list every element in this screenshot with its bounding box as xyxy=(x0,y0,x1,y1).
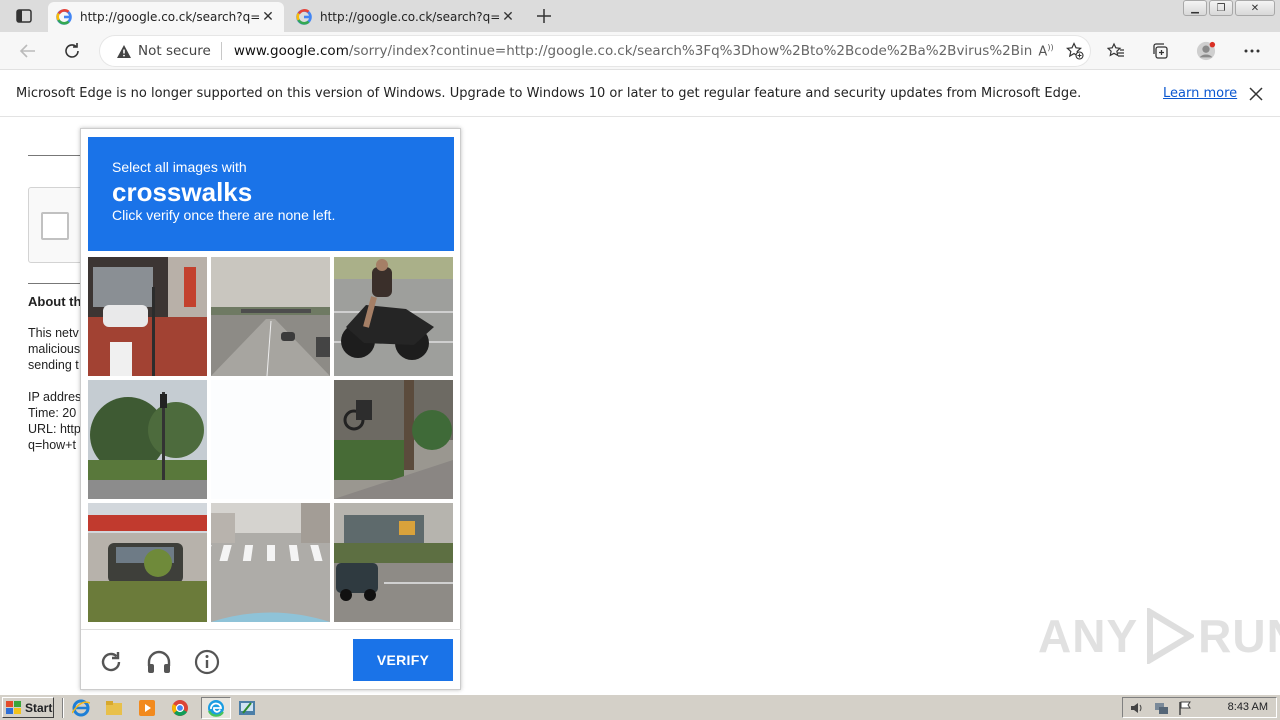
network-icon[interactable] xyxy=(1153,700,1169,716)
challenge-hint: Click verify once there are none left. xyxy=(112,207,336,223)
address-divider xyxy=(220,42,222,60)
image-tile-bus-street[interactable] xyxy=(334,503,453,622)
watermark-text: ANY xyxy=(1038,610,1139,662)
learn-more-link[interactable]: Learn more xyxy=(1163,86,1237,101)
image-tile-storefront[interactable] xyxy=(88,257,207,376)
restore-icon[interactable]: ❐ xyxy=(1209,0,1233,16)
edge-icon xyxy=(208,700,224,717)
add-favorite-icon[interactable] xyxy=(1060,42,1090,60)
recaptcha-widget xyxy=(28,187,88,263)
sorry-line: malicious xyxy=(28,342,81,356)
infobar-message: Microsoft Edge is no longer supported on… xyxy=(16,86,1082,101)
collections-icon[interactable] xyxy=(1150,41,1170,61)
image-tile-sidewalk[interactable] xyxy=(334,380,453,499)
close-icon[interactable]: ✕ xyxy=(500,9,516,25)
image-tile-motorcycle[interactable] xyxy=(334,257,453,376)
challenge-footer: VERIFY xyxy=(81,629,462,691)
close-icon[interactable] xyxy=(1248,86,1264,102)
url-text[interactable]: www.google.com/sorry/index?continue=http… xyxy=(234,43,1032,59)
url-host: www.google.com xyxy=(233,43,349,59)
tab-1[interactable]: http://google.co.ck/search?q=ho ✕ xyxy=(48,2,284,32)
image-tile-parked-car[interactable] xyxy=(88,503,207,622)
google-favicon-icon xyxy=(56,9,72,25)
taskbar-divider xyxy=(62,698,64,718)
image-tile-highway[interactable] xyxy=(211,257,330,376)
new-tab-icon[interactable] xyxy=(532,4,556,28)
audio-challenge-icon[interactable] xyxy=(145,648,173,676)
ip-address-line: IP addres xyxy=(28,390,82,404)
challenge-header: Select all images with crosswalks Click … xyxy=(88,137,454,251)
divider xyxy=(28,283,88,284)
image-tile-blank[interactable] xyxy=(211,380,330,499)
url-path: /sorry/index?continue=http://google.co.c… xyxy=(348,43,1032,59)
tab-actions-icon[interactable] xyxy=(8,4,40,28)
recaptcha-challenge: Select all images with crosswalks Click … xyxy=(80,128,462,691)
read-aloud-label: A xyxy=(1038,44,1048,60)
internet-explorer-icon[interactable] xyxy=(72,699,90,717)
divider xyxy=(28,155,88,156)
verify-button[interactable]: VERIFY xyxy=(353,639,453,681)
info-icon[interactable] xyxy=(193,648,221,676)
challenge-target: crosswalks xyxy=(112,177,253,207)
watermark-text: RUN xyxy=(1198,610,1280,662)
tab-title: http://google.co.ck/search?q=ho xyxy=(80,10,260,24)
start-button[interactable]: Start xyxy=(2,697,54,718)
edge-taskbar-button[interactable] xyxy=(201,697,231,719)
sorry-line: sending t xyxy=(28,358,79,372)
task-app-icon[interactable] xyxy=(238,699,256,717)
url-line: URL: http xyxy=(28,422,81,436)
sorry-line: This netv xyxy=(28,326,79,340)
start-label: Start xyxy=(25,700,53,715)
tab-strip: http://google.co.ck/search?q=ho ✕ http:/… xyxy=(0,0,1280,32)
security-label[interactable]: Not secure xyxy=(138,43,211,59)
close-window-icon[interactable]: ✕ xyxy=(1235,0,1275,16)
browser-toolbar: Not secure www.google.com/sorry/index?co… xyxy=(0,32,1280,70)
minimize-icon[interactable]: ▁ xyxy=(1183,0,1207,16)
refresh-icon[interactable] xyxy=(58,37,86,65)
back-icon[interactable] xyxy=(14,37,42,65)
window-controls: ▁ ❐ ✕ xyxy=(1183,0,1277,18)
favorites-icon[interactable] xyxy=(1106,41,1126,61)
anyrun-watermark: ANY RUN xyxy=(1038,608,1280,664)
more-options-icon[interactable] xyxy=(1242,41,1262,61)
image-tile-crosswalk[interactable] xyxy=(211,503,330,622)
taskbar-clock[interactable]: 8:43 AM xyxy=(1228,701,1268,713)
windows-logo-icon xyxy=(6,700,21,714)
unsupported-windows-infobar: Microsoft Edge is no longer supported on… xyxy=(0,71,1280,117)
reload-challenge-icon[interactable] xyxy=(97,648,125,676)
volume-icon[interactable] xyxy=(1129,700,1145,716)
warning-icon[interactable] xyxy=(116,44,132,59)
windows-taskbar: Start 8:43 AM xyxy=(0,694,1280,720)
tab-2[interactable]: http://google.co.ck/search?q=sk ✕ xyxy=(288,2,524,32)
system-tray: 8:43 AM xyxy=(1122,697,1277,718)
tab-title: http://google.co.ck/search?q=sk xyxy=(320,10,500,24)
image-tile-trees[interactable] xyxy=(88,380,207,499)
media-player-icon[interactable] xyxy=(138,699,156,717)
profile-avatar-icon[interactable] xyxy=(1196,41,1216,61)
time-line: Time: 20 xyxy=(28,406,77,420)
play-logo-icon xyxy=(1147,608,1195,664)
recaptcha-checkbox[interactable] xyxy=(41,212,69,240)
google-favicon-icon xyxy=(296,9,312,25)
chrome-icon[interactable] xyxy=(171,699,189,717)
close-icon[interactable]: ✕ xyxy=(260,9,276,25)
read-aloud-icon[interactable]: A)) xyxy=(1032,43,1060,59)
action-center-flag-icon[interactable] xyxy=(1177,700,1193,716)
challenge-instruction: Select all images with xyxy=(112,159,247,175)
address-bar[interactable]: Not secure www.google.com/sorry/index?co… xyxy=(100,36,1090,66)
about-heading: About th xyxy=(28,294,82,309)
explorer-folder-icon[interactable] xyxy=(105,699,123,717)
url-query-line: q=how+t xyxy=(28,438,76,452)
